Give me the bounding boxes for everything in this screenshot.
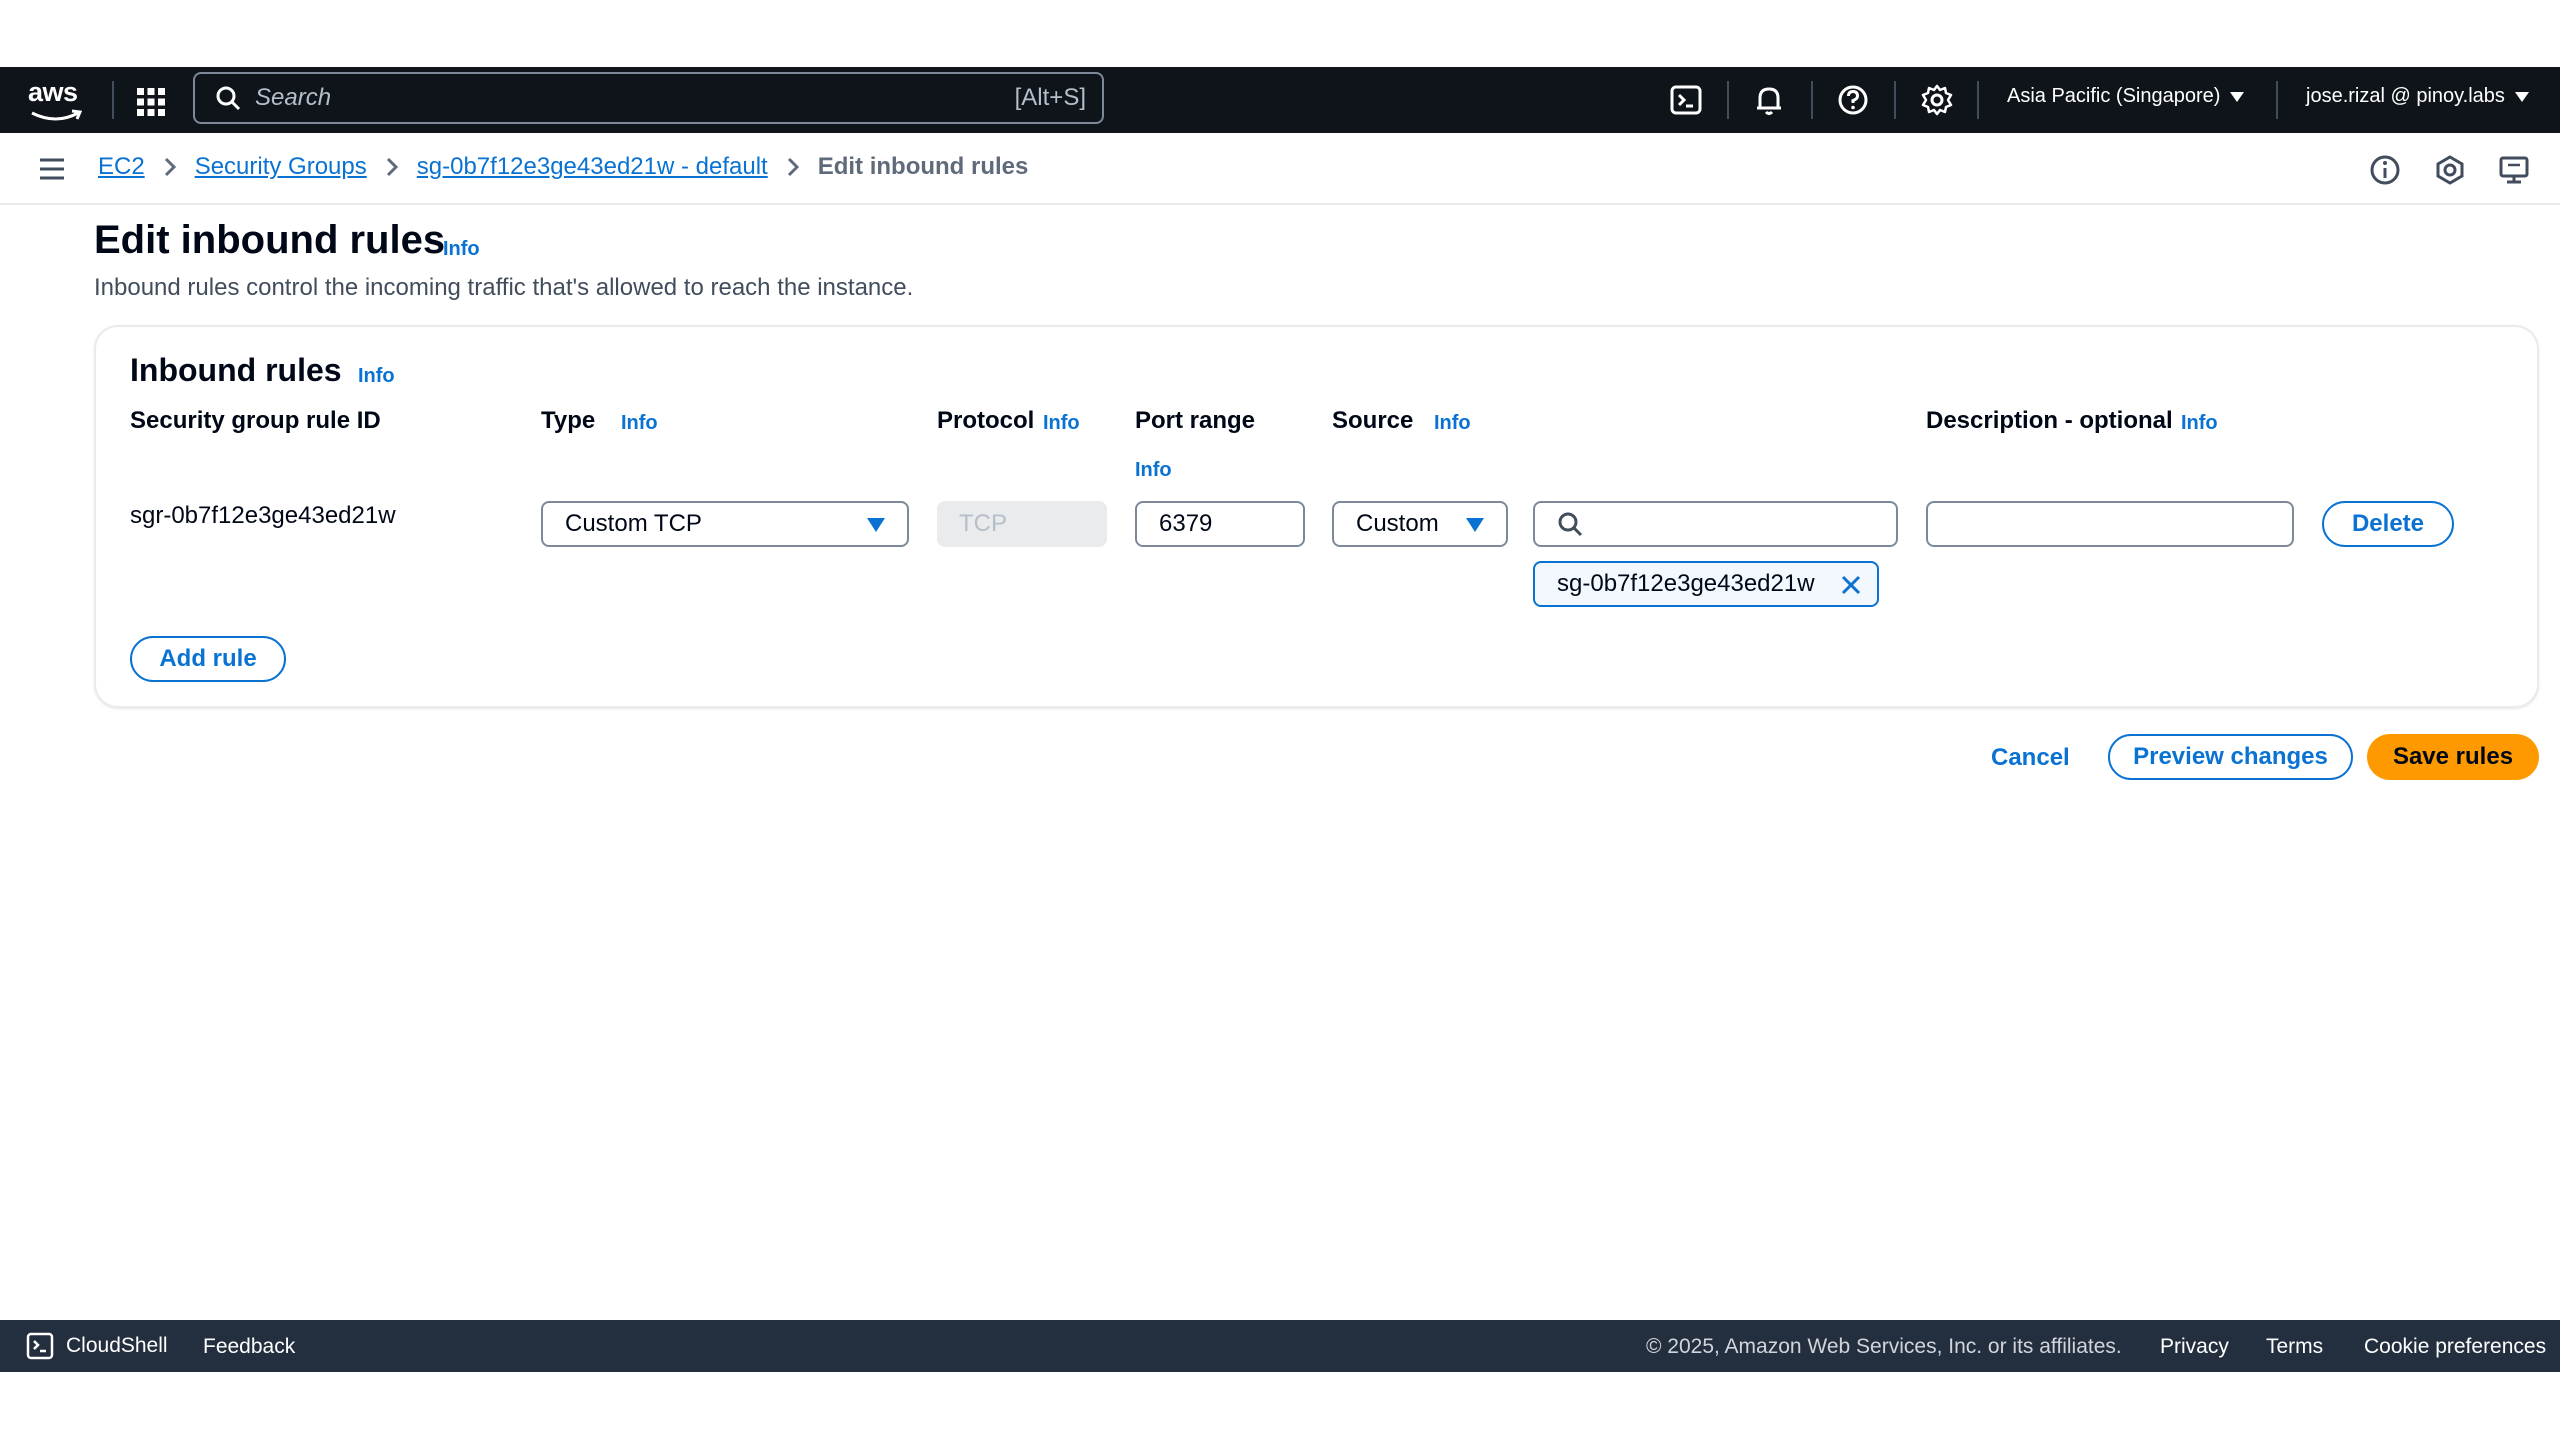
delete-rule-button[interactable]: Delete <box>2322 501 2454 547</box>
panel-title: Inbound rules <box>130 352 342 388</box>
chevron-right-icon <box>385 156 399 178</box>
port-range-info-link[interactable]: Info <box>1135 459 1172 482</box>
preview-changes-button[interactable]: Preview changes <box>2108 734 2353 780</box>
column-header-type: Type <box>541 407 596 434</box>
footer: CloudShell Feedback © 2025, Amazon Web S… <box>0 1320 2560 1372</box>
caret-down-icon <box>2514 91 2529 102</box>
divider <box>2276 81 2278 119</box>
caret-down-icon <box>1466 518 1484 532</box>
caret-down-icon <box>2230 91 2245 102</box>
search-icon <box>216 86 241 111</box>
cloudshell-icon[interactable] <box>1668 82 1704 118</box>
divider <box>1811 81 1813 119</box>
source-search-input[interactable] <box>1533 501 1898 547</box>
help-icon[interactable] <box>1835 82 1871 118</box>
protocol-info-link[interactable]: Info <box>1043 412 1080 435</box>
search-shortcut: [Alt+S] <box>1014 84 1086 111</box>
search-icon <box>1558 512 1583 537</box>
add-rule-button[interactable]: Add rule <box>130 636 286 682</box>
breadcrumb-security-group[interactable]: sg-0b7f12e3ge43ed21w - default <box>417 153 768 181</box>
panel-title-info-link[interactable]: Info <box>358 365 395 388</box>
protocol-field: TCP <box>937 501 1107 547</box>
search-input[interactable] <box>255 84 955 112</box>
caret-down-icon <box>867 518 885 532</box>
top-navigation-bar: aws [Alt+S] <box>0 67 2560 133</box>
column-header-description: Description - optional <box>1926 407 2173 434</box>
description-info-link[interactable]: Info <box>2181 412 2218 435</box>
inbound-rules-panel: Inbound rules Info Security group rule I… <box>94 325 2539 708</box>
type-info-link[interactable]: Info <box>621 412 658 435</box>
divider <box>1894 81 1896 119</box>
copyright: © 2025, Amazon Web Services, Inc. or its… <box>1646 1335 2122 1358</box>
cloudshell-icon <box>26 1332 54 1360</box>
feedback-link[interactable]: Feedback <box>203 1335 295 1359</box>
type-select[interactable]: Custom TCP <box>541 501 909 547</box>
feedback-panel-icon[interactable] <box>2497 153 2531 187</box>
breadcrumb-bar: EC2 Security Groups sg-0b7f12e3ge43ed21w… <box>0 133 2560 205</box>
close-icon[interactable] <box>1839 573 1863 604</box>
divider <box>1727 81 1729 119</box>
column-header-port-range: Port range <box>1135 407 1256 434</box>
region-selector[interactable]: Asia Pacific (Singapore) <box>2007 85 2245 108</box>
account-menu[interactable]: jose.rizal @ pinoy.labs <box>2306 85 2529 108</box>
cloudshell-button[interactable]: CloudShell <box>26 1332 168 1360</box>
page-description: Inbound rules control the incoming traff… <box>94 274 914 301</box>
port-range-input[interactable]: 6379 <box>1135 501 1305 547</box>
breadcrumb: EC2 Security Groups sg-0b7f12e3ge43ed21w… <box>98 153 1028 181</box>
breadcrumb-security-groups[interactable]: Security Groups <box>195 153 367 181</box>
gear-icon[interactable] <box>1919 82 1955 118</box>
column-header-source: Source <box>1332 407 1414 434</box>
chevron-right-icon <box>163 156 177 178</box>
cookie-preferences-link[interactable]: Cookie preferences <box>2364 1335 2546 1359</box>
breadcrumb-ec2[interactable]: EC2 <box>98 153 145 181</box>
chevron-right-icon <box>786 156 800 178</box>
global-search[interactable]: [Alt+S] <box>193 72 1104 124</box>
aws-smile-icon <box>31 109 82 121</box>
column-header-rule-id: Security group rule ID <box>130 407 381 434</box>
menu-icon[interactable] <box>38 157 66 186</box>
description-input[interactable] <box>1926 501 2294 547</box>
page-title-info-link[interactable]: Info <box>443 238 480 261</box>
source-info-link[interactable]: Info <box>1434 412 1471 435</box>
cancel-button[interactable]: Cancel <box>1991 744 2070 772</box>
aws-logo[interactable]: aws <box>28 77 84 121</box>
page-title: Edit inbound rules <box>94 218 446 262</box>
info-panel-icon[interactable] <box>2368 153 2402 187</box>
security-shield-icon[interactable] <box>2433 153 2467 187</box>
divider <box>1977 81 1979 119</box>
save-rules-button[interactable]: Save rules <box>2367 734 2539 780</box>
divider <box>112 81 114 119</box>
rule-id: sgr-0b7f12e3ge43ed21w <box>130 502 396 529</box>
source-token: sg-0b7f12e3ge43ed21w <box>1533 561 1879 607</box>
column-header-protocol: Protocol <box>937 407 1035 434</box>
privacy-link[interactable]: Privacy <box>2160 1335 2229 1359</box>
source-select[interactable]: Custom <box>1332 501 1508 547</box>
breadcrumb-current: Edit inbound rules <box>817 153 1029 180</box>
bell-icon[interactable] <box>1751 82 1787 118</box>
terms-link[interactable]: Terms <box>2266 1335 2323 1359</box>
services-grid-icon[interactable] <box>134 85 168 119</box>
